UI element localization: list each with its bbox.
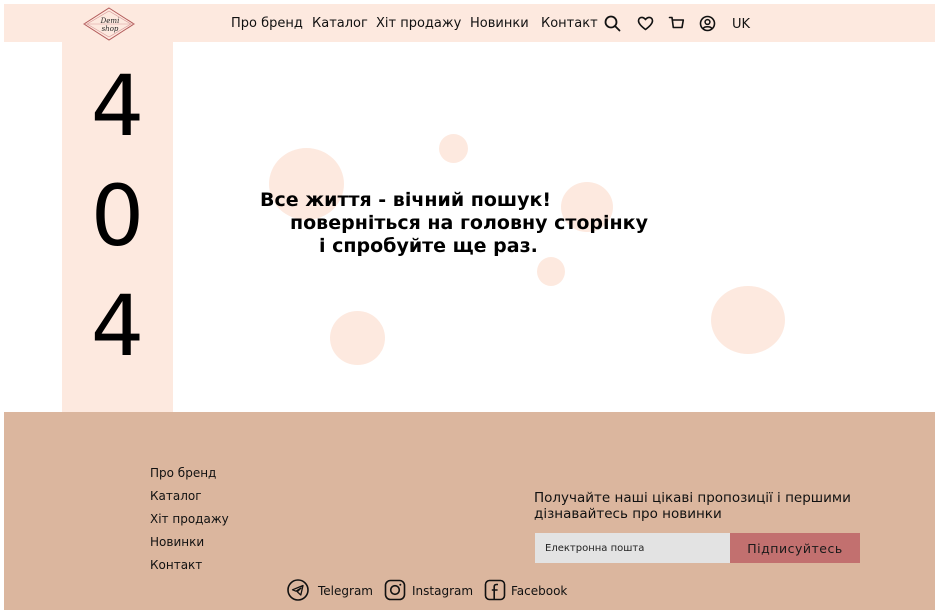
nav-contact[interactable]: Контакт (541, 16, 598, 32)
error-message-line2[interactable]: поверніться на головну сторінку (290, 211, 648, 235)
social-label: Instagram (412, 584, 474, 598)
footer-link-catalog[interactable]: Каталог (150, 489, 202, 503)
social-telegram[interactable]: Telegram (287, 579, 377, 603)
decor-bubble (537, 257, 565, 286)
footer-link-contact[interactable]: Контакт (150, 558, 202, 572)
logo-text-line2: shop (102, 25, 119, 33)
telegram-icon (287, 579, 309, 601)
newsletter-text: Получайте наші цікаві пропозиції і перши… (534, 490, 851, 522)
nav-about-brand[interactable]: Про бренд (231, 16, 303, 32)
nav-catalog[interactable]: Каталог (312, 16, 368, 32)
email-input[interactable] (535, 533, 730, 563)
cart-icon[interactable] (668, 15, 685, 32)
error-digit-1: 4 (90, 57, 145, 155)
error-digit-2: 0 (90, 167, 145, 265)
logo[interactable]: Demi shop (82, 7, 136, 41)
subscribe-button[interactable]: Підписуйтесь (730, 533, 860, 563)
page: Demi shop Про бренд Каталог Хіт продажу … (0, 0, 935, 610)
decor-bubble (711, 286, 785, 354)
logo-text-line1: Demi (100, 17, 120, 25)
heart-icon[interactable] (637, 15, 654, 32)
decor-bubble (439, 134, 468, 163)
nav-bestsellers[interactable]: Хіт продажу (376, 16, 461, 32)
footer-link-about-brand[interactable]: Про бренд (150, 466, 216, 480)
decor-bubble (330, 311, 385, 365)
error-digit-3: 4 (90, 277, 145, 375)
instagram-icon (384, 579, 406, 601)
social-label: Telegram (318, 584, 373, 598)
error-code-column: 4 0 4 (62, 42, 173, 412)
error-message-line1: Все життя - вічний пошук! (260, 189, 552, 211)
user-icon[interactable] (699, 15, 716, 32)
social-label: Facebook (511, 584, 568, 598)
social-facebook[interactable]: Facebook (484, 579, 574, 603)
error-message-line3: і спробуйте ще раз. (319, 235, 538, 257)
facebook-icon (484, 579, 506, 601)
search-icon[interactable] (604, 15, 621, 32)
footer-link-new-arrivals[interactable]: Новинки (150, 535, 204, 549)
nav-new-arrivals[interactable]: Новинки (470, 16, 529, 32)
footer-link-bestsellers[interactable]: Хіт продажу (150, 512, 229, 526)
language-switcher[interactable]: UK (732, 17, 750, 32)
social-instagram[interactable]: Instagram (384, 579, 476, 603)
